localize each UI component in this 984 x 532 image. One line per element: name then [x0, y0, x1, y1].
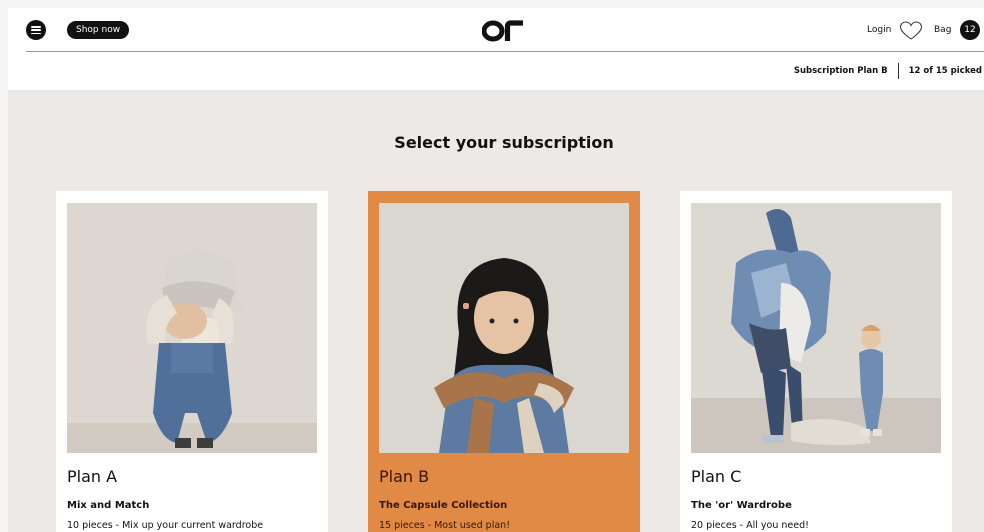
page-title: Select your subscription — [394, 133, 614, 152]
plan-subtitle: The Capsule Collection — [379, 500, 508, 511]
plan-name: Plan B — [379, 467, 430, 486]
subscription-section: Select your subscription Plan A Mix and … — [8, 90, 984, 532]
plan-card-b[interactable]: Plan B The Capsule Collection 15 pieces … — [368, 191, 640, 532]
logo-mark — [481, 20, 523, 42]
plan-b-image — [379, 203, 629, 453]
plan-card-a[interactable]: Plan A Mix and Match 10 pieces - Mix up … — [56, 191, 328, 532]
plan-card-c[interactable]: Plan C The 'or' Wardrobe 20 pieces - All… — [680, 191, 952, 532]
subscription-status-bar: Subscription Plan B 12 of 15 picked — [794, 62, 982, 80]
shop-now-button[interactable]: Shop now — [67, 21, 130, 39]
brand-logo[interactable] — [481, 18, 526, 42]
menu-button[interactable] — [26, 20, 46, 40]
plan-subtitle: The 'or' Wardrobe — [691, 500, 792, 511]
page: Shop now Login Bag 12 Subscription Plan … — [8, 8, 984, 532]
login-link[interactable]: Login — [867, 25, 891, 35]
picked-count: 12 of 15 picked — [908, 66, 982, 76]
plan-c-image — [691, 203, 941, 453]
heart-icon[interactable] — [899, 21, 923, 41]
plan-name: Plan A — [67, 467, 118, 486]
plan-subtitle: Mix and Match — [67, 500, 150, 511]
bag-count-badge[interactable]: 12 — [960, 20, 980, 40]
plan-description: 20 pieces - All you need! — [691, 520, 809, 531]
plan-description: 15 pieces - Most used plan! — [379, 520, 510, 531]
top-header: Shop now Login Bag 12 — [8, 8, 984, 52]
status-divider — [897, 63, 899, 79]
subscription-plan-label[interactable]: Subscription Plan B — [794, 66, 888, 76]
bag-link[interactable]: Bag — [934, 25, 951, 35]
menu-icon — [31, 26, 41, 35]
plan-description: 10 pieces - Mix up your current wardrobe — [67, 520, 264, 531]
plan-a-image — [67, 203, 317, 453]
header-divider — [26, 51, 984, 52]
plan-name: Plan C — [691, 467, 742, 486]
